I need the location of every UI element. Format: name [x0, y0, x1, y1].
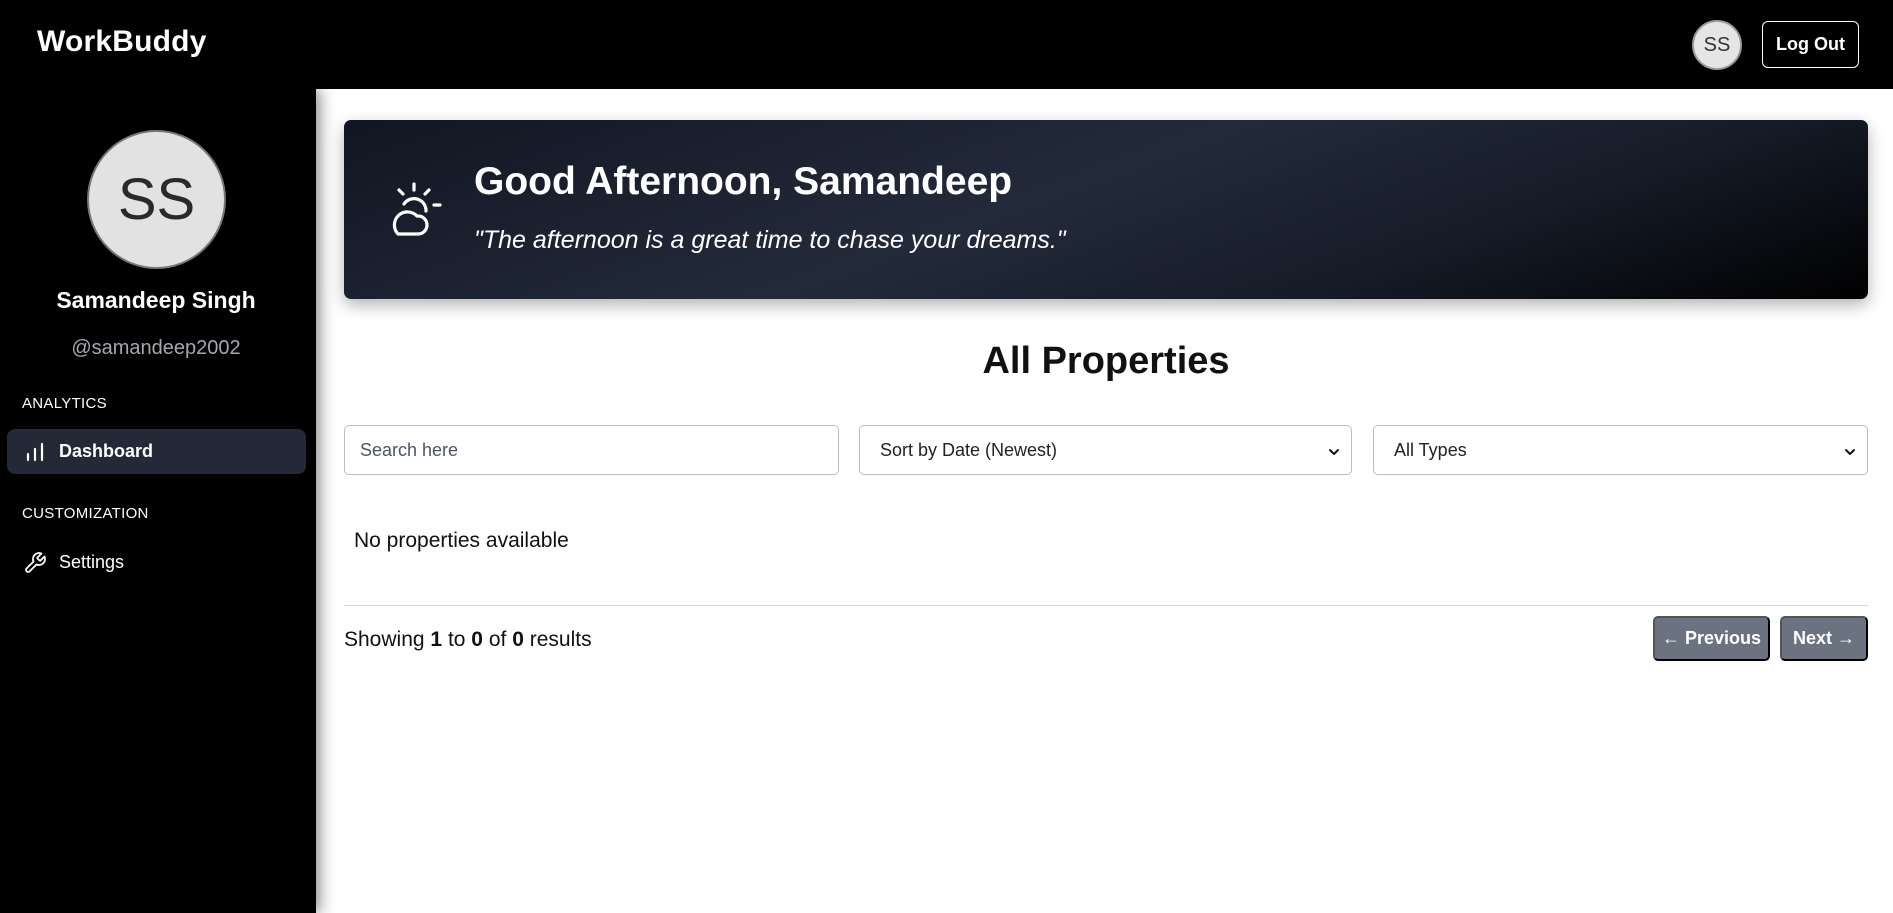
empty-state-message: No properties available: [354, 529, 569, 552]
sidebar-avatar: SS: [87, 130, 226, 269]
sidebar-item-settings[interactable]: Settings: [7, 540, 306, 585]
type-select-value: All Types: [1394, 439, 1467, 460]
greeting-quote: "The afternoon is a great time to chase …: [474, 226, 1066, 254]
page-title: All Properties: [982, 340, 1230, 382]
user-name: Samandeep Singh: [56, 287, 256, 313]
showing-results-word: results: [529, 628, 592, 651]
header-avatar[interactable]: SS: [1692, 20, 1742, 70]
sort-select-value: Sort by Date (Newest): [880, 439, 1058, 460]
sidebar-item-label: Dashboard: [59, 441, 154, 461]
bar-chart-icon: [22, 439, 48, 465]
showing-prefix: Showing: [344, 628, 425, 651]
search-input[interactable]: [344, 425, 839, 475]
showing-to-word: to: [447, 628, 466, 651]
sidebar: SS Samandeep Singh @samandeep2002 ANALYT…: [0, 89, 316, 913]
greeting-banner: Good Afternoon, Samandeep "The afternoon…: [344, 120, 1868, 299]
sidebar-item-dashboard[interactable]: Dashboard: [7, 429, 306, 474]
section-label-customization: CUSTOMIZATION: [22, 505, 149, 522]
divider: [344, 605, 1868, 606]
greeting-heading: Good Afternoon, Samandeep: [474, 160, 1013, 203]
next-page-button[interactable]: Next →: [1780, 616, 1868, 661]
pagination-summary: Showing 1 to 0 of 0 results: [344, 628, 592, 652]
chevron-down-icon: [1843, 443, 1857, 457]
showing-to: 0: [471, 628, 483, 651]
chevron-down-icon: [1327, 443, 1341, 457]
sidebar-item-label: Settings: [59, 552, 125, 572]
type-select[interactable]: All Types: [1373, 425, 1868, 475]
brand-logo[interactable]: WorkBuddy: [37, 25, 207, 59]
partly-cloudy-icon: [384, 180, 448, 244]
logout-button[interactable]: Log Out: [1762, 21, 1859, 68]
previous-page-button[interactable]: ← Previous: [1653, 616, 1770, 661]
showing-from: 1: [430, 628, 443, 651]
sort-select[interactable]: Sort by Date (Newest): [859, 425, 1352, 475]
wrench-icon: [22, 550, 48, 576]
showing-of-word: of: [488, 628, 507, 651]
user-handle: @samandeep2002: [71, 337, 241, 359]
top-navbar: WorkBuddy SS Log Out: [0, 0, 1893, 89]
showing-total: 0: [512, 628, 524, 651]
section-label-analytics: ANALYTICS: [22, 395, 107, 412]
